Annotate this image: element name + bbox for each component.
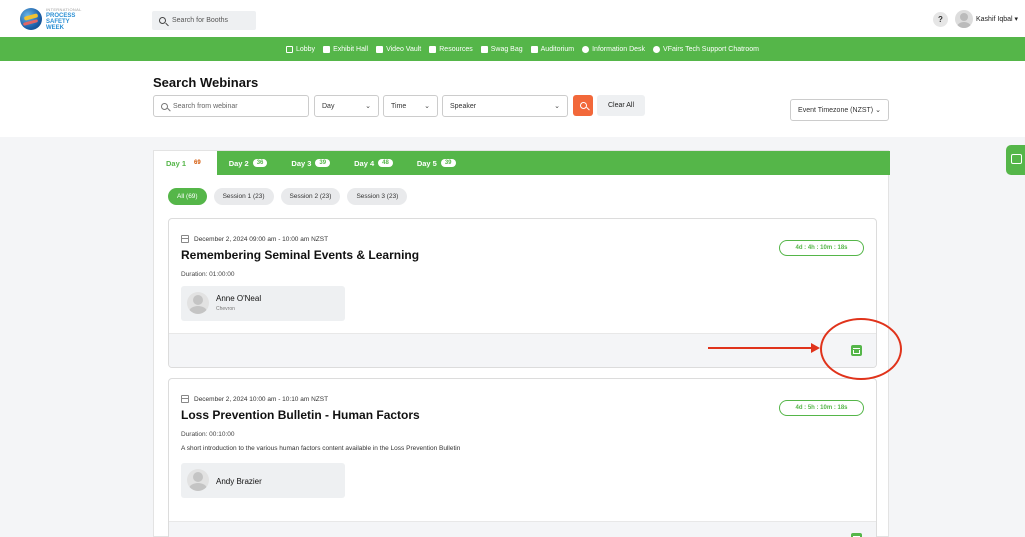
webinar-search-placeholder: Search from webinar: [173, 102, 238, 110]
count-badge: 36: [252, 159, 268, 167]
search-button[interactable]: [573, 95, 593, 116]
session-pill-1[interactable]: Session 1 (23): [213, 188, 274, 205]
nav-item-resources[interactable]: Resources: [429, 45, 473, 53]
video-icon: [376, 45, 384, 53]
tab-day-4[interactable]: Day 4 48: [342, 151, 405, 175]
time-select[interactable]: Time ⌄: [383, 95, 438, 117]
nav-item-swag-bag[interactable]: Swag Bag: [480, 45, 523, 53]
annotation-circle: [820, 318, 902, 380]
tab-day-3[interactable]: Day 3 39: [279, 151, 342, 175]
webinar-card: December 2, 2024 10:00 am - 10:10 am NZS…: [168, 378, 877, 537]
speaker-card[interactable]: Anne O'Neal Chevron: [181, 286, 345, 321]
speaker-name: Anne O'Neal: [216, 294, 262, 303]
webinar-description: A short introduction to the various huma…: [181, 445, 461, 452]
count-badge: 48: [378, 159, 393, 167]
folder-icon: [429, 45, 437, 53]
info-icon: [582, 45, 590, 53]
count-badge: 69: [190, 159, 205, 167]
calendar-icon: [181, 235, 189, 243]
webinar-card: December 2, 2024 09:00 am - 10:00 am NZS…: [168, 218, 877, 368]
webinar-duration: Duration: 01:00:00: [181, 271, 235, 278]
event-logo[interactable]: INTERNATIONAL PROCESS SAFETY WEEK: [20, 4, 90, 34]
webinar-title[interactable]: Remembering Seminal Events & Learning: [181, 248, 419, 262]
speaker-avatar: [187, 292, 209, 314]
top-header: INTERNATIONAL PROCESS SAFETY WEEK Search…: [0, 0, 1025, 37]
count-badge: 39: [440, 159, 456, 167]
tab-day-5[interactable]: Day 5 39: [405, 151, 468, 175]
chevron-down-icon: ⌄: [554, 103, 560, 110]
chat-icon[interactable]: [1006, 145, 1025, 175]
chat-icon: [653, 45, 661, 53]
nav-item-exhibit-hall[interactable]: Exhibit Hall: [323, 45, 368, 53]
speaker-avatar: [187, 469, 209, 491]
session-filter: All (69) Session 1 (23) Session 2 (23) S…: [168, 188, 414, 205]
page-title: Search Webinars: [153, 75, 259, 90]
clear-all-button[interactable]: Clear All: [597, 95, 645, 116]
search-icon: [579, 102, 587, 109]
list-icon: [530, 45, 538, 53]
user-menu[interactable]: Kashif Iqbal ▾: [976, 15, 1018, 23]
chevron-down-icon: ⌄: [365, 103, 371, 110]
speaker-org: Chevron: [216, 306, 235, 312]
session-pill-3[interactable]: Session 3 (23): [347, 188, 408, 205]
countdown-badge: 4d : 4h : 10m : 18s: [779, 240, 864, 256]
day-select[interactable]: Day ⌄: [314, 95, 379, 117]
day-tabs: Day 1 69 Day 2 36 Day 3 39 Day 4 48 Day …: [154, 151, 890, 175]
countdown-badge: 4d : 5h : 10m : 18s: [779, 400, 864, 416]
booth-search-placeholder: Search for Booths: [172, 17, 229, 24]
lobby-icon: [285, 45, 293, 53]
session-pill-all[interactable]: All (69): [168, 188, 207, 205]
webinar-duration: Duration: 00:10:00: [181, 431, 235, 438]
session-pill-2[interactable]: Session 2 (23): [280, 188, 341, 205]
speaker-select[interactable]: Speaker ⌄: [442, 95, 568, 117]
speaker-card[interactable]: Andy Brazier: [181, 463, 345, 498]
nav-item-video-vault[interactable]: Video Vault: [376, 45, 421, 53]
card-footer: [169, 521, 876, 537]
webinar-date: December 2, 2024 10:00 am - 10:10 am NZS…: [181, 395, 328, 403]
timezone-select[interactable]: Event Timezone (NZST) ⌄: [790, 99, 889, 121]
nav-item-tech-support-chat[interactable]: VFairs Tech Support Chatroom: [653, 45, 759, 53]
globe-logo-icon: [20, 8, 42, 30]
tab-day-1[interactable]: Day 1 69: [154, 151, 217, 175]
webinar-search-input[interactable]: Search from webinar: [153, 95, 309, 117]
agenda-panel: Day 1 69 Day 2 36 Day 3 39 Day 4 48 Day …: [153, 150, 890, 537]
webinar-date: December 2, 2024 09:00 am - 10:00 am NZS…: [181, 235, 328, 243]
building-icon: [323, 45, 331, 53]
booth-search-input[interactable]: Search for Booths: [152, 11, 256, 30]
search-icon: [161, 102, 168, 110]
bag-icon: [480, 45, 488, 53]
annotation-arrow: [708, 343, 820, 353]
add-to-calendar-icon[interactable]: [851, 533, 862, 537]
speaker-name: Andy Brazier: [216, 477, 262, 486]
search-icon: [159, 17, 166, 24]
tab-day-2[interactable]: Day 2 36: [217, 151, 280, 175]
user-avatar[interactable]: [955, 10, 973, 28]
webinar-title[interactable]: Loss Prevention Bulletin - Human Factors: [181, 408, 420, 422]
nav-item-information-desk[interactable]: Information Desk: [582, 45, 645, 53]
calendar-icon: [181, 395, 189, 403]
nav-item-lobby[interactable]: Lobby: [285, 45, 315, 53]
count-badge: 39: [315, 159, 331, 167]
main-nav: Lobby Exhibit Hall Video Vault Resources…: [0, 37, 1025, 61]
help-button[interactable]: ?: [933, 12, 948, 27]
card-footer: [169, 333, 876, 367]
nav-item-auditorium[interactable]: Auditorium: [530, 45, 574, 53]
chevron-down-icon: ⌄: [424, 103, 430, 110]
